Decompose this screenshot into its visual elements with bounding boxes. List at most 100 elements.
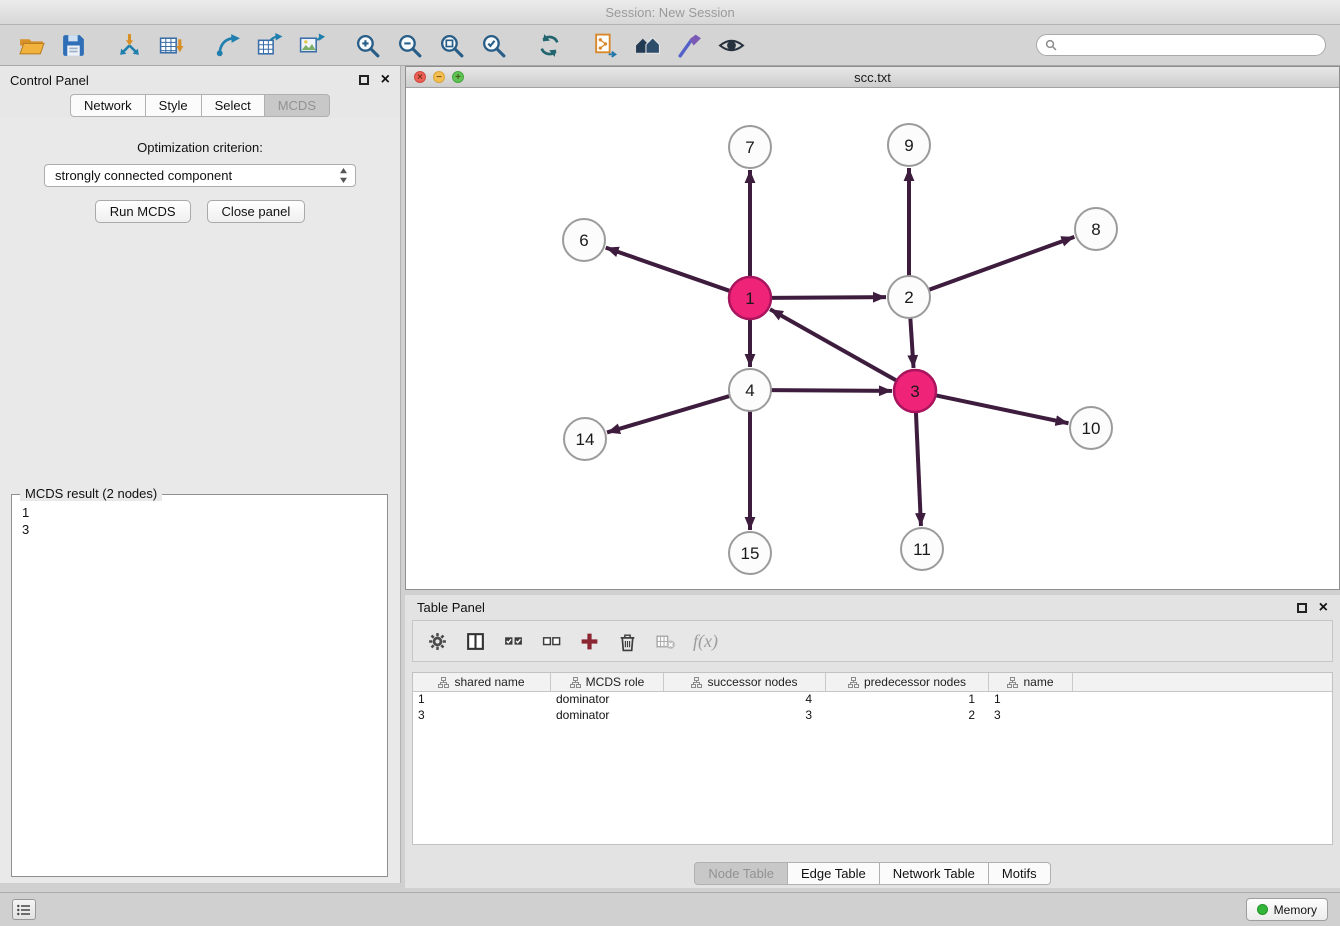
close-panel-button[interactable]: Close panel	[207, 200, 306, 223]
first-neighbors-icon	[634, 32, 661, 59]
graph-node-3[interactable]: 3	[894, 370, 936, 412]
search-input[interactable]	[1062, 38, 1317, 52]
graph-node-14[interactable]: 14	[564, 418, 606, 460]
tab-style[interactable]: Style	[146, 94, 202, 117]
open-folder-icon	[18, 32, 45, 59]
column-header-name[interactable]: name	[989, 673, 1073, 691]
tab-motifs[interactable]: Motifs	[989, 862, 1051, 885]
column-header-mcds-role[interactable]: MCDS role	[551, 673, 664, 691]
graph-node-15[interactable]: 15	[729, 532, 771, 574]
close-panel-icon[interactable]: ×	[381, 75, 390, 85]
function-builder-button: f(x)	[693, 631, 718, 652]
tab-network[interactable]: Network	[70, 94, 146, 117]
dropdown-stepper-icon	[339, 167, 348, 184]
column-header-predecessor-nodes[interactable]: predecessor nodes	[826, 673, 989, 691]
open-file-button[interactable]	[14, 29, 48, 61]
table-cell: 1	[826, 692, 989, 708]
graph-node-6[interactable]: 6	[563, 219, 605, 261]
node-table: shared nameMCDS rolesuccessor nodesprede…	[412, 672, 1333, 845]
float-panel-icon[interactable]	[359, 75, 369, 85]
save-session-button[interactable]	[56, 29, 90, 61]
graph-node-label: 8	[1091, 220, 1100, 239]
plus-icon	[579, 631, 600, 652]
table-cell: 4	[664, 692, 826, 708]
tab-node-table[interactable]: Node Table	[694, 862, 788, 885]
graph-node-label: 3	[910, 382, 919, 401]
tab-edge-table[interactable]: Edge Table	[788, 862, 880, 885]
network-window-titlebar[interactable]: scc.txt × − +	[406, 67, 1339, 88]
graph-node-2[interactable]: 2	[888, 276, 930, 318]
show-graphics-button[interactable]	[714, 29, 748, 61]
zoom-fit-button[interactable]	[434, 29, 468, 61]
graph-edge-3-11[interactable]	[916, 412, 921, 526]
node-table-body: 1dominator4113dominator323	[413, 692, 1332, 724]
memory-button-label: Memory	[1274, 903, 1317, 917]
tab-mcds[interactable]: MCDS	[265, 94, 330, 117]
duplicate-network-button[interactable]	[588, 29, 622, 61]
close-table-panel-icon[interactable]: ×	[1319, 603, 1328, 613]
export-network-button[interactable]	[210, 29, 244, 61]
criterion-dropdown-value: strongly connected component	[55, 168, 339, 183]
graph-node-label: 14	[576, 430, 595, 449]
window-minimize-button[interactable]: −	[433, 71, 445, 83]
table-row[interactable]: 3dominator323	[413, 708, 1332, 724]
graph-node-label: 4	[745, 381, 754, 400]
graph-node-10[interactable]: 10	[1070, 407, 1112, 449]
window-close-button[interactable]: ×	[414, 71, 426, 83]
delete-row-button[interactable]	[617, 631, 638, 652]
network-view-window: scc.txt × − + 7 9 6 8 1 2 4 3 14 10 15 11	[405, 66, 1340, 590]
graph-node-8[interactable]: 8	[1075, 208, 1117, 250]
memory-button[interactable]: Memory	[1246, 898, 1328, 921]
tab-select[interactable]: Select	[202, 94, 265, 117]
graph-edge-3-1[interactable]	[770, 309, 897, 380]
graph-edge-2-3[interactable]	[910, 318, 913, 368]
column-header-successor-nodes[interactable]: successor nodes	[664, 673, 826, 691]
tab-network-table[interactable]: Network Table	[880, 862, 989, 885]
graph-edge-4-3[interactable]	[771, 390, 892, 391]
graph-node-11[interactable]: 11	[901, 528, 943, 570]
graph-node-7[interactable]: 7	[729, 126, 771, 168]
application-window: Session: New Session	[0, 0, 1340, 926]
export-image-button[interactable]	[294, 29, 328, 61]
deselect-all-button[interactable]	[541, 631, 562, 652]
graph-edge-4-14[interactable]	[607, 396, 730, 432]
select-all-button[interactable]	[503, 631, 524, 652]
graph-edge-1-6[interactable]	[606, 248, 730, 291]
search-icon	[1045, 39, 1057, 51]
node-table-header: shared nameMCDS rolesuccessor nodesprede…	[413, 673, 1332, 692]
task-history-button[interactable]	[12, 899, 36, 920]
add-row-button[interactable]	[579, 631, 600, 652]
run-mcds-button[interactable]: Run MCDS	[95, 200, 191, 223]
criterion-dropdown[interactable]: strongly connected component	[44, 164, 356, 187]
graph-edge-3-10[interactable]	[936, 395, 1069, 423]
filter-button[interactable]	[672, 29, 706, 61]
graph-node-4[interactable]: 4	[729, 369, 771, 411]
first-neighbors-button[interactable]	[630, 29, 664, 61]
zoom-in-button[interactable]	[350, 29, 384, 61]
zoom-out-button[interactable]	[392, 29, 426, 61]
graph-node-label: 6	[579, 231, 588, 250]
table-row[interactable]: 1dominator411	[413, 692, 1332, 708]
column-visibility-button[interactable]	[465, 631, 486, 652]
graph-edge-2-8[interactable]	[929, 237, 1075, 290]
import-network-button[interactable]	[112, 29, 146, 61]
graph-node-9[interactable]: 9	[888, 124, 930, 166]
graph-edge-1-2[interactable]	[771, 297, 886, 298]
float-table-panel-icon[interactable]	[1297, 603, 1307, 613]
zoom-out-icon	[396, 32, 423, 59]
window-maximize-button[interactable]: +	[452, 71, 464, 83]
refresh-button[interactable]	[532, 29, 566, 61]
zoom-selected-button[interactable]	[476, 29, 510, 61]
network-canvas[interactable]: 7 9 6 8 1 2 4 3 14 10 15 11	[406, 88, 1339, 589]
mcds-result-content: 13	[12, 495, 387, 547]
table-cell: 3	[664, 708, 826, 724]
import-table-button[interactable]	[154, 29, 188, 61]
search-field[interactable]	[1036, 34, 1326, 56]
column-header-shared-name[interactable]: shared name	[413, 673, 551, 691]
control-panel: Control Panel × NetworkStyleSelectMCDS O…	[0, 66, 401, 883]
graph-node-label: 9	[904, 136, 913, 155]
export-network-icon	[214, 32, 241, 59]
export-table-button[interactable]	[252, 29, 286, 61]
table-settings-button[interactable]	[427, 631, 448, 652]
graph-node-1[interactable]: 1	[729, 277, 771, 319]
